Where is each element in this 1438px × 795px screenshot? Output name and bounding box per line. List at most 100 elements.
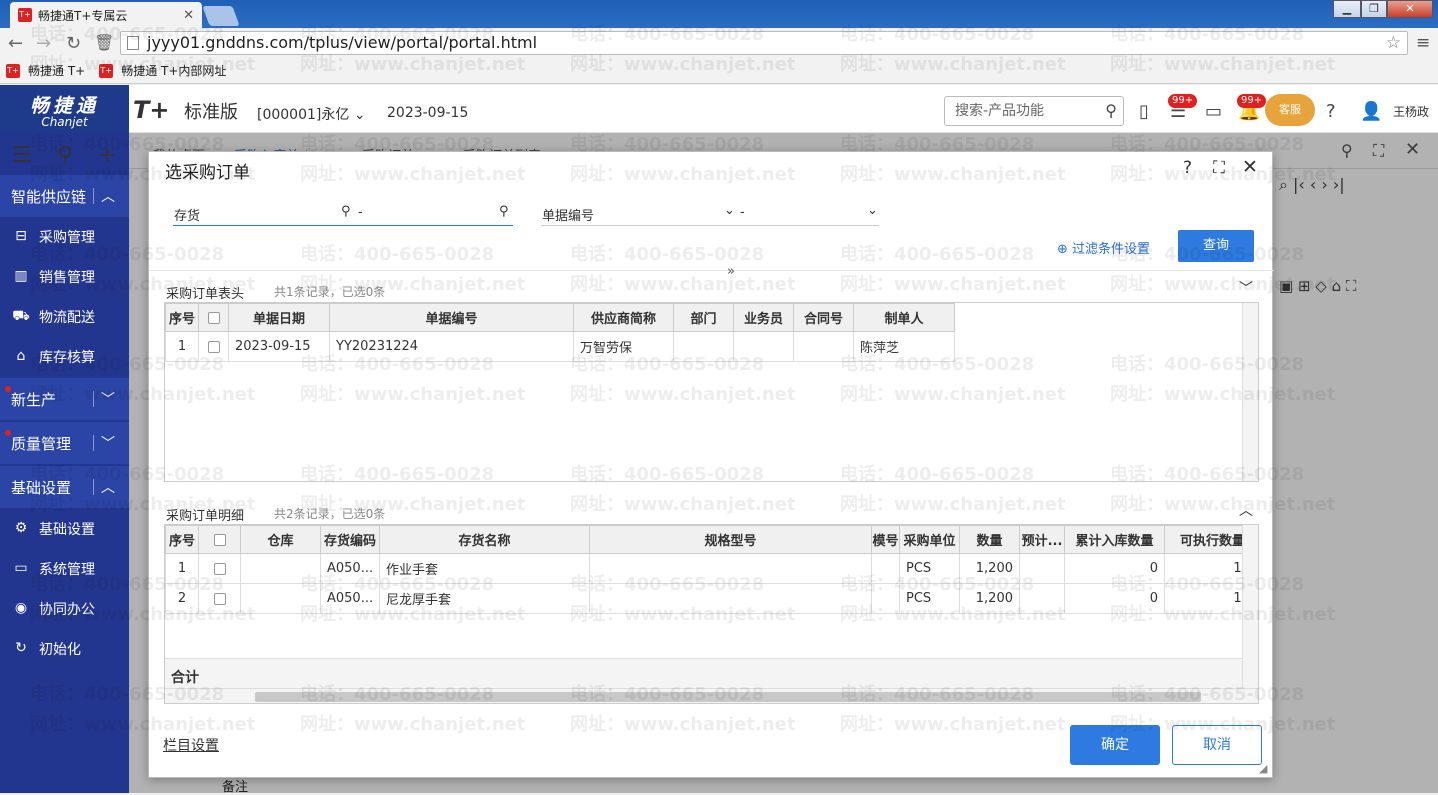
chevron-up-icon[interactable]: ︿ — [1239, 500, 1253, 520]
user-name[interactable]: 王杨政 — [1393, 103, 1429, 120]
sidebar-section-quality[interactable]: 质量管理 ﹀ — [0, 422, 129, 464]
sidebar-item-system[interactable]: ▭ 系统管理 — [0, 549, 129, 589]
filter-docno-value[interactable]: - — [740, 205, 745, 220]
row-checkbox[interactable] — [207, 340, 220, 353]
sidebar-item-basic-settings[interactable]: ⚙ 基础设置 — [0, 509, 129, 549]
select-all-checkbox[interactable] — [207, 311, 220, 324]
scrollbar-thumb[interactable] — [255, 692, 1201, 702]
cell-select[interactable] — [198, 583, 241, 614]
help-icon[interactable]: ? — [1326, 101, 1336, 122]
search-icon[interactable]: ⚲ — [341, 204, 351, 219]
product-search-input[interactable]: 搜索-产品功能 ⚲ — [944, 96, 1124, 126]
section-title-detail: 采购订单明细 — [166, 509, 245, 524]
help-icon[interactable]: ? — [1183, 158, 1192, 178]
customer-service-mascot[interactable]: 客服 — [1265, 94, 1315, 126]
sidebar-item-init[interactable]: ↻ 初始化 — [0, 629, 129, 669]
col-item-code[interactable]: 存货编码 — [320, 525, 380, 554]
cancel-button[interactable]: 取消 — [1172, 725, 1262, 765]
brand-logo: 畅捷通 Chanjet — [0, 85, 129, 133]
sidebar-item-inventory[interactable]: ⌂ 库存核算 — [0, 337, 129, 377]
sales-chart-icon: ▥ — [14, 268, 28, 284]
reload-icon[interactable]: ↻ — [66, 33, 81, 54]
vertical-scrollbar[interactable] — [1242, 525, 1258, 688]
account-selector[interactable]: [000001]永亿 ⌄ — [257, 104, 366, 124]
add-icon[interactable]: + — [98, 143, 116, 168]
table-row[interactable]: 1 A050... 作业手套 PCS 1,200 0 1,2 — [165, 553, 1258, 584]
col-select[interactable] — [198, 525, 241, 554]
minimize-button[interactable]: ▁ — [1333, 0, 1361, 18]
col-contract[interactable]: 合同号 — [793, 303, 854, 332]
chevron-down-icon[interactable]: ⌄ — [724, 203, 735, 218]
query-button[interactable]: 查询 — [1178, 230, 1254, 262]
col-item-name[interactable]: 存货名称 — [379, 525, 590, 554]
sidebar-section-production[interactable]: 新生产 ﹀ — [0, 378, 129, 420]
bookmark-star-icon[interactable]: ☆ — [1386, 32, 1401, 54]
user-icon[interactable]: 👤 — [1360, 101, 1382, 122]
search-icon[interactable]: ⚲ — [499, 204, 509, 219]
chevron-down-icon[interactable]: ⌄ — [867, 203, 878, 218]
select-all-checkbox[interactable] — [213, 533, 226, 546]
document-icon[interactable]: ▯ — [1139, 101, 1149, 122]
chevron-down-icon[interactable]: ﹀ — [1239, 278, 1253, 298]
col-supplier[interactable]: 供应商简称 — [573, 303, 674, 332]
close-icon[interactable]: ✕ — [1242, 156, 1258, 178]
sidebar-item-purchase[interactable]: ⊟ 采购管理 — [0, 217, 129, 257]
cell-select[interactable] — [198, 553, 241, 584]
sidebar-item-sales[interactable]: ▥ 销售管理 — [0, 257, 129, 297]
window-close-button[interactable]: ✕ — [1387, 0, 1433, 18]
col-docno[interactable]: 单据编号 — [329, 303, 574, 332]
address-bar[interactable]: jyyy01.gnddns.com/tplus/view/portal/port… — [120, 31, 1408, 55]
filter-settings-link[interactable]: ⊕ 过滤条件设置 — [1057, 238, 1150, 257]
col-unit[interactable]: 采购单位 — [899, 525, 960, 554]
col-select[interactable] — [198, 303, 229, 332]
double-chevron-down-icon[interactable]: » — [727, 264, 735, 279]
maximize-button[interactable]: ❐ — [1361, 0, 1387, 18]
col-mold[interactable]: 模号 — [871, 525, 900, 554]
message-icon[interactable]: ▭ — [1205, 101, 1222, 122]
row-checkbox[interactable] — [213, 592, 226, 605]
total-label: 合计 — [171, 670, 199, 686]
filter-inventory-value[interactable]: - — [358, 205, 363, 220]
divider — [93, 188, 94, 204]
col-dept[interactable]: 部门 — [673, 303, 734, 332]
cell-select[interactable] — [198, 331, 229, 362]
sidebar-item-logistics[interactable]: ⛟ 物流配送 — [0, 297, 129, 337]
maximize-icon[interactable]: ⛶ — [1213, 158, 1225, 178]
col-creator[interactable]: 制单人 — [853, 303, 955, 332]
search-icon[interactable]: ⚲ — [1105, 97, 1117, 125]
col-quantity[interactable]: 数量 — [959, 525, 1020, 554]
resize-handle-icon[interactable]: ◢ — [1259, 762, 1267, 775]
init-icon: ↻ — [15, 640, 27, 656]
col-spec[interactable]: 规格型号 — [589, 525, 872, 554]
col-salesman[interactable]: 业务员 — [733, 303, 794, 332]
browser-tab-active[interactable]: T+ 畅捷通T+专属云 ✕ — [10, 2, 202, 28]
trash-icon[interactable]: 🗑 — [94, 33, 114, 52]
sidebar-section-basic[interactable]: 基础设置 ︿ — [0, 466, 129, 508]
sidebar-item-collab[interactable]: ◉ 协同办公 — [0, 589, 129, 629]
forward-icon[interactable]: → — [36, 33, 51, 54]
back-icon[interactable]: ← — [8, 33, 23, 54]
col-date[interactable]: 单据日期 — [228, 303, 330, 332]
sidebar-item-label: 基础设置 — [39, 522, 95, 538]
sidebar-section-supply-chain[interactable]: 智能供应链 ︿ — [0, 175, 129, 217]
tab-close-icon[interactable]: ✕ — [183, 8, 194, 23]
ok-button[interactable]: 确定 — [1070, 725, 1160, 765]
col-received-qty[interactable]: 累计入库数量 — [1064, 525, 1165, 554]
vertical-scrollbar[interactable] — [1242, 303, 1258, 481]
bookmark-item[interactable]: T+ 畅捷通 T+ — [6, 62, 85, 79]
search-icon[interactable]: ⚲ — [57, 143, 73, 168]
menu-collapse-icon[interactable]: ☰ — [12, 143, 32, 168]
col-expected[interactable]: 预计... — [1019, 525, 1065, 554]
row-checkbox[interactable] — [213, 562, 226, 575]
column-settings-link[interactable]: 栏目设置 — [163, 735, 219, 755]
bookmark-item[interactable]: T+ 畅捷通 T+内部网址 — [99, 62, 226, 79]
cell-item-name: 作业手套 — [379, 553, 590, 584]
service-label: 客服 — [1279, 103, 1301, 116]
divider — [93, 391, 94, 407]
horizontal-scrollbar[interactable] — [165, 688, 1258, 703]
browser-menu-icon[interactable]: ≡ — [1416, 33, 1430, 53]
table-row[interactable]: 1 2023-09-15 YY20231224 万智劳保 陈萍芝 — [165, 331, 955, 362]
table-row[interactable]: 2 A050... 尼龙厚手套 PCS 1,200 0 1,2 — [165, 583, 1258, 614]
sidebar-item-label: 协同办公 — [39, 602, 95, 618]
col-warehouse[interactable]: 仓库 — [240, 525, 321, 554]
